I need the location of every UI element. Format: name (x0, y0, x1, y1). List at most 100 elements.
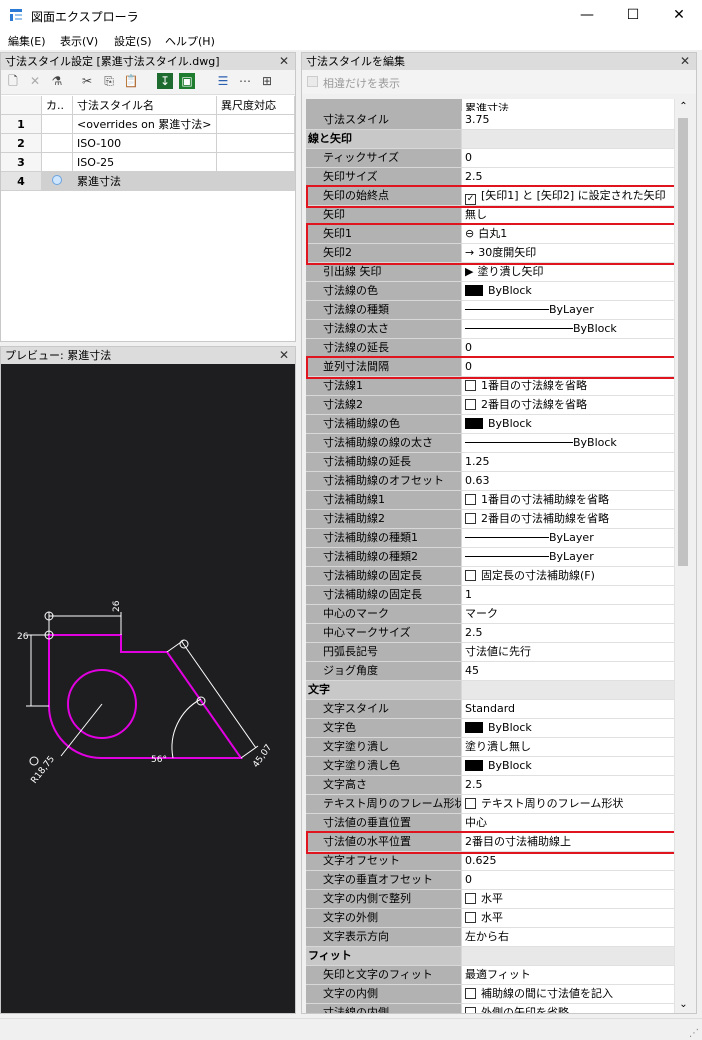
checkbox[interactable] (465, 912, 476, 923)
property-value[interactable]: ByBlock (462, 415, 674, 434)
property-value[interactable]: テキスト周りのフレーム形状 (462, 795, 674, 814)
table-row[interactable]: 3 ISO-25 (1, 152, 295, 172)
property-value[interactable]: 固定長の寸法補助線(F) (462, 567, 674, 586)
property-row[interactable]: 寸法補助線の種類2 ByLayer (306, 548, 674, 567)
property-row[interactable]: 文字表示方向 左から右 (306, 928, 674, 947)
tree-view-icon[interactable]: ⊞ (259, 73, 275, 89)
property-value[interactable]: ByLayer (462, 301, 674, 320)
col-name[interactable]: 寸法スタイル名 (72, 96, 217, 115)
checkbox[interactable] (465, 570, 476, 581)
property-category[interactable]: 線と矢印 (306, 130, 674, 149)
diff-only-checkbox[interactable] (307, 76, 318, 87)
menu-help[interactable]: ヘルプ(H) (165, 33, 215, 49)
property-category[interactable]: フィット (306, 947, 674, 966)
property-value[interactable]: ByBlock (462, 282, 674, 301)
property-value[interactable]: 0 (462, 149, 674, 168)
property-row[interactable]: 寸法線の色 ByBlock (306, 282, 674, 301)
property-value[interactable]: ▶ 塗り潰し矢印 (462, 263, 674, 282)
checkbox[interactable] (465, 380, 476, 391)
property-value[interactable]: ByLayer (462, 548, 674, 567)
table-row[interactable]: 1 <overrides on 累進寸法> (1, 114, 295, 134)
property-row[interactable]: 文字色 ByBlock (306, 719, 674, 738)
scroll-down-icon[interactable]: ⌄ (675, 997, 692, 1013)
property-row[interactable]: 中心マークサイズ 2.5 (306, 624, 674, 643)
paste-icon[interactable]: 📋 (123, 73, 139, 89)
checkbox[interactable] (465, 1007, 476, 1013)
property-value[interactable]: 2番目の寸法補助線を省略 (462, 510, 674, 529)
menu-settings[interactable]: 設定(S) (114, 33, 152, 49)
property-row[interactable]: 矢印と文字のフィット 最適フィット (306, 966, 674, 985)
col-current[interactable]: カ.. (41, 96, 73, 115)
property-row[interactable]: 寸法線2 2番目の寸法線を省略 (306, 396, 674, 415)
property-value[interactable]: ByLayer (462, 529, 674, 548)
property-row[interactable]: 文字塗り潰し色 ByBlock (306, 757, 674, 776)
col-annotative[interactable]: 異尺度対応 (216, 96, 295, 115)
diff-only-option[interactable]: 相違だけを表示 (302, 70, 696, 94)
property-row[interactable]: 寸法線の内側 外側の矢印を省略 (306, 1004, 674, 1013)
property-value[interactable]: ByBlock (462, 757, 674, 776)
table-row-selected[interactable]: 4 累進寸法 (1, 171, 295, 191)
checkbox[interactable] (465, 798, 476, 809)
property-value[interactable]: マーク (462, 605, 674, 624)
table-row[interactable]: 2 ISO-100 (1, 133, 295, 153)
property-row[interactable]: 寸法補助線の線の太さ ByBlock (306, 434, 674, 453)
copy-icon[interactable]: ⎘ (101, 73, 117, 89)
property-value[interactable]: 2番目の寸法線を省略 (462, 396, 674, 415)
new-icon[interactable]: 🗋 (5, 73, 21, 89)
property-row[interactable]: 寸法補助線1 1番目の寸法補助線を省略 (306, 491, 674, 510)
property-row[interactable]: 寸法補助線の固定長 1 (306, 586, 674, 605)
minimize-button[interactable]: — (564, 0, 610, 30)
property-value[interactable]: 1.25 (462, 453, 674, 472)
property-value[interactable]: 45 (462, 662, 674, 681)
property-category[interactable]: 文字 (306, 681, 674, 700)
property-value[interactable]: 寸法値に先行 (462, 643, 674, 662)
menu-view[interactable]: 表示(V) (60, 33, 98, 49)
vertical-scrollbar[interactable]: ⌃ ⌄ (674, 99, 692, 1013)
property-value[interactable]: 最適フィット (462, 966, 674, 985)
property-row[interactable]: 文字の垂直オフセット 0 (306, 871, 674, 890)
close-icon[interactable]: ✕ (279, 53, 289, 70)
property-value[interactable]: 1 (462, 586, 674, 605)
property-row[interactable]: テキスト周りのフレーム形状 テキスト周りのフレーム形状 (306, 795, 674, 814)
delete-icon[interactable]: ✕ (27, 73, 43, 89)
property-row[interactable]: 寸法スタイル 3.75 (306, 111, 674, 130)
property-row[interactable]: 寸法補助線の延長 1.25 (306, 453, 674, 472)
set-current-icon[interactable]: ▣ (179, 73, 195, 89)
checkbox[interactable] (465, 988, 476, 999)
property-value[interactable]: ByBlock (462, 320, 674, 339)
close-button[interactable]: ✕ (656, 0, 702, 30)
property-value[interactable]: 1番目の寸法線を省略 (462, 377, 674, 396)
property-value[interactable]: 水平 (462, 890, 674, 909)
property-row[interactable]: 文字塗り潰し 塗り潰し無し (306, 738, 674, 757)
details-view-icon[interactable]: ☰ (215, 73, 231, 89)
property-row[interactable]: 円弧長記号 寸法値に先行 (306, 643, 674, 662)
property-value[interactable]: 塗り潰し無し (462, 738, 674, 757)
property-row[interactable]: 中心のマーク マーク (306, 605, 674, 624)
property-row[interactable]: 寸法線の種類 ByLayer (306, 301, 674, 320)
cut-icon[interactable]: ✂ (79, 73, 95, 89)
property-value[interactable]: 左から右 (462, 928, 674, 947)
property-value[interactable]: 水平 (462, 909, 674, 928)
maximize-button[interactable]: ☐ (610, 0, 656, 30)
property-row[interactable]: 文字の内側 補助線の間に寸法値を記入 (306, 985, 674, 1004)
property-value[interactable]: Standard (462, 700, 674, 719)
checkbox[interactable] (465, 893, 476, 904)
property-value[interactable]: ByBlock (462, 719, 674, 738)
checkbox[interactable] (465, 513, 476, 524)
property-row[interactable]: 寸法補助線のオフセット 0.63 (306, 472, 674, 491)
purge-icon[interactable]: ⚗ (49, 73, 65, 89)
property-value[interactable]: 外側の矢印を省略 (462, 1004, 674, 1013)
property-value[interactable]: 2.5 (462, 776, 674, 795)
property-row[interactable]: 文字スタイル Standard (306, 700, 674, 719)
resize-grip-icon[interactable]: ⋰ (689, 1028, 699, 1039)
property-value[interactable]: ByBlock (462, 434, 674, 453)
scrollbar-thumb[interactable] (678, 118, 688, 566)
property-row[interactable]: 文字の内側で整列 水平 (306, 890, 674, 909)
checkbox[interactable] (465, 494, 476, 505)
property-row[interactable]: 寸法補助線の色 ByBlock (306, 415, 674, 434)
property-row[interactable]: 文字高さ 2.5 (306, 776, 674, 795)
property-value[interactable]: 0.625 (462, 852, 674, 871)
property-value[interactable]: 1番目の寸法補助線を省略 (462, 491, 674, 510)
property-row[interactable]: ティックサイズ 0 (306, 149, 674, 168)
property-row[interactable]: 寸法線の太さ ByBlock (306, 320, 674, 339)
